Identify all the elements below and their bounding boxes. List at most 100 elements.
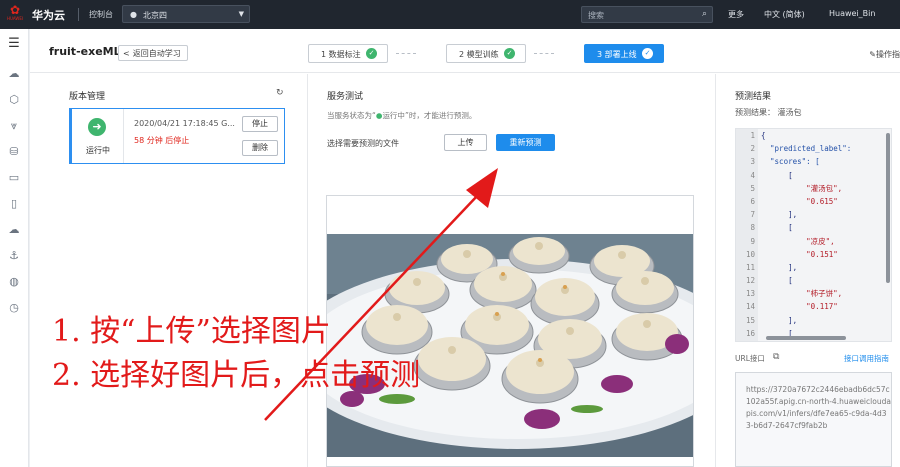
op-label: 操作指 [876,50,900,59]
page-header: fruit-exeML < 返回自动学习 1 数据标注 ✓ 2 模型训练 ✓ 3 部署… [30,29,900,73]
service-title: 服务测试 [327,92,364,102]
code-line: "0.615" [761,196,838,206]
vertical-scrollbar[interactable] [886,133,890,283]
line-number: 3 [750,157,755,167]
code-line: "0.117" [761,302,838,312]
result-label: 预测结果： 灌汤包 [735,108,802,117]
code-line: "predicted_label": [761,144,852,154]
food-photo [327,234,693,457]
line-number: 8 [750,223,755,233]
huawei-logo[interactable]: ✿ HUAWEI [6,4,24,24]
menu-icon[interactable]: ☰ [7,37,21,51]
line-number: 16 [745,328,755,338]
more-menu[interactable]: 更多 [728,9,744,20]
clock-icon[interactable]: ◷ [7,301,21,315]
version-panel: 版本管理 ↻ ➜ 运行中 2020/04/21 17:18:45 G... 58… [30,74,308,467]
back-label: 返回自动学习 [132,49,181,58]
tip-suffix: ”时，才能进行预测。 [404,111,477,120]
line-number: 13 [745,289,755,299]
annotation-step-2: 2. 选择好图片后，点击预测 [52,358,421,393]
result-panel: 预测结果 预测结果： 灌汤包 1 2 3 4 5 6 7 8 9 10 11 12 13 14 15 16 {… [716,74,900,467]
upload-button[interactable]: 上传 [444,134,487,151]
region-selector[interactable]: ● 北京四 ▼ [122,5,250,23]
line-number: 7 [750,210,755,220]
back-button[interactable]: < 返回自动学习 [118,45,188,61]
step-connector [534,53,554,54]
api-guide-link[interactable]: 接口调用指南 [844,353,889,364]
step-3[interactable]: 3 部署上线 ✓ [584,44,664,63]
code-line: "灌汤包", [761,183,843,193]
cloud-service-icon[interactable]: ☁ [7,223,21,237]
json-source: { "predicted_label": "scores": [ [ "灌汤包"… [761,129,851,340]
line-number: 14 [745,302,755,312]
check-icon: ✓ [642,48,653,59]
line-number: 4 [750,170,755,180]
language-selector[interactable]: 中文 (简体) [764,9,805,20]
tip-status: 运行中 [382,111,405,120]
code-line: "scores": [ [761,157,820,167]
stop-countdown: 58 分钟 后停止 [134,136,190,145]
step-3-label: 3 部署上线 [597,50,637,59]
code-line: [ [761,276,793,286]
refresh-icon[interactable]: ↻ [276,88,284,98]
step-2[interactable]: 2 模型训练 ✓ [446,44,526,63]
line-number: 10 [745,249,755,259]
cloud-icon[interactable]: ☁ [7,67,21,81]
model-icon[interactable]: ⩔ [7,119,21,133]
check-icon: ✓ [366,48,377,59]
step-1-label: 1 数据标注 [321,50,361,59]
copy-icon[interactable]: ⧉ [773,352,779,362]
brand-name[interactable]: 华为云 [32,7,65,23]
url-label: URL接口 [735,354,765,363]
code-line: [ [761,170,793,180]
step-1[interactable]: 1 数据标注 ✓ [308,44,388,63]
result-title: 预测结果 [735,92,772,102]
line-number: 9 [750,236,755,246]
deploy-time: 2020/04/21 17:18:45 G... [134,119,235,128]
location-pin-icon: ● [130,10,137,19]
annotation-step-1: 1. 按“上传”选择图片 [52,314,331,349]
step-2-label: 2 模型训练 [459,50,499,59]
edit-icon: ✎ [869,50,876,59]
code-line: "0.151" [761,249,838,259]
code-line: ], [761,210,798,220]
code-line: ], [761,315,798,325]
console-link[interactable]: 控制台 [89,9,113,20]
chevron-down-icon: ▼ [238,10,244,18]
anchor-icon[interactable]: ⚓ [7,249,21,263]
storage-icon[interactable]: ⛁ [7,145,21,159]
stop-button[interactable]: 停止 [242,116,278,132]
user-menu[interactable]: Huawei_Bin [829,9,875,18]
pick-file-label: 选择需要预测的文件 [327,139,399,148]
globe-icon[interactable]: ◍ [7,275,21,289]
cluster-icon[interactable]: ⬡ [7,93,21,107]
code-line: ], [761,262,798,272]
line-number: 11 [745,262,755,272]
line-number: 6 [750,196,755,206]
code-line: [ [761,223,793,233]
line-number-gutter: 1 2 3 4 5 6 7 8 9 10 11 12 13 14 15 16 [736,129,758,341]
code-line: "凉皮", [761,236,835,246]
search-icon[interactable]: ⌕ [702,9,707,19]
service-tip: 当服务状态为“●运行中”时，才能进行预测。 [327,110,476,121]
file-icon[interactable]: ▯ [7,197,21,211]
line-number: 15 [745,315,755,325]
status-label: 运行中 [86,146,110,155]
search-input[interactable]: 搜索 ⌕ [581,6,713,23]
version-title: 版本管理 [69,92,106,102]
json-viewer[interactable]: 1 2 3 4 5 6 7 8 9 10 11 12 13 14 15 16 { "predicted_lab… [735,128,892,342]
page-title: fruit-exeML [49,45,121,58]
chevron-left-icon: < [123,49,130,58]
doc-icon[interactable]: ▭ [7,171,21,185]
status-box: ➜ 运行中 [72,109,124,163]
version-card[interactable]: ➜ 运行中 2020/04/21 17:18:45 G... 58 分钟 后停止… [69,108,285,164]
code-line: "柿子饼", [761,289,843,299]
horizontal-scrollbar[interactable] [766,336,846,340]
operation-guide-link[interactable]: ✎操作指 [869,49,900,60]
url-value[interactable]: https://3720a7672c2446ebadb6dc57c102a55f… [735,372,892,467]
delete-button[interactable]: 删除 [242,140,278,156]
line-number: 5 [750,183,755,193]
arrow-right-icon: ➜ [88,118,106,136]
sidebar: ☰ ☁ ⬡ ⩔ ⛁ ▭ ▯ ☁ ⚓ ◍ ◷ [0,29,29,467]
predict-button[interactable]: 重新预测 [496,134,555,151]
